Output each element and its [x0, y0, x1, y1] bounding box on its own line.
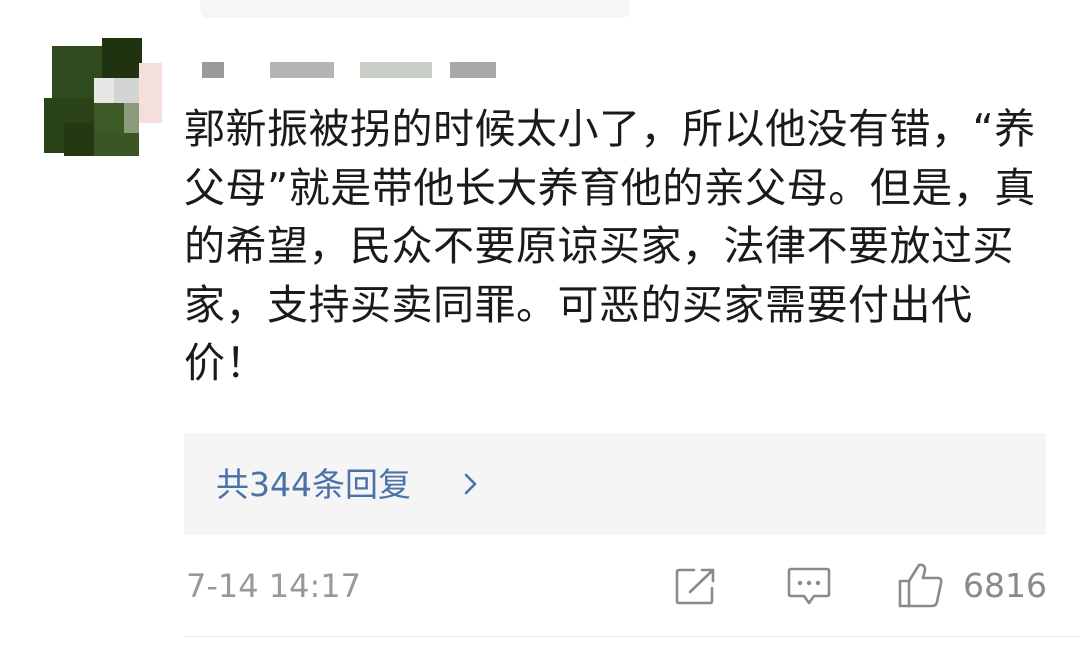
comment-icon[interactable]	[786, 566, 832, 608]
share-icon[interactable]	[674, 566, 718, 606]
like-count: 6816	[963, 566, 1047, 605]
avatar[interactable]	[44, 38, 162, 156]
view-replies-button[interactable]: 共344条回复	[184, 433, 1046, 535]
divider	[184, 636, 1080, 637]
comment-text: 郭新振被拐的时候太小了，所以他没有错，“养父母”就是带他长大养育他的亲父母。但是…	[184, 105, 1036, 387]
previous-item-edge	[200, 0, 630, 18]
replies-count-label[interactable]: 共344条回复	[216, 465, 411, 505]
comment-timestamp: 7-14 14:17	[186, 567, 362, 605]
chevron-right-icon	[464, 473, 477, 495]
thumbs-up-icon[interactable]	[897, 561, 945, 609]
username-blurred[interactable]	[200, 62, 500, 84]
